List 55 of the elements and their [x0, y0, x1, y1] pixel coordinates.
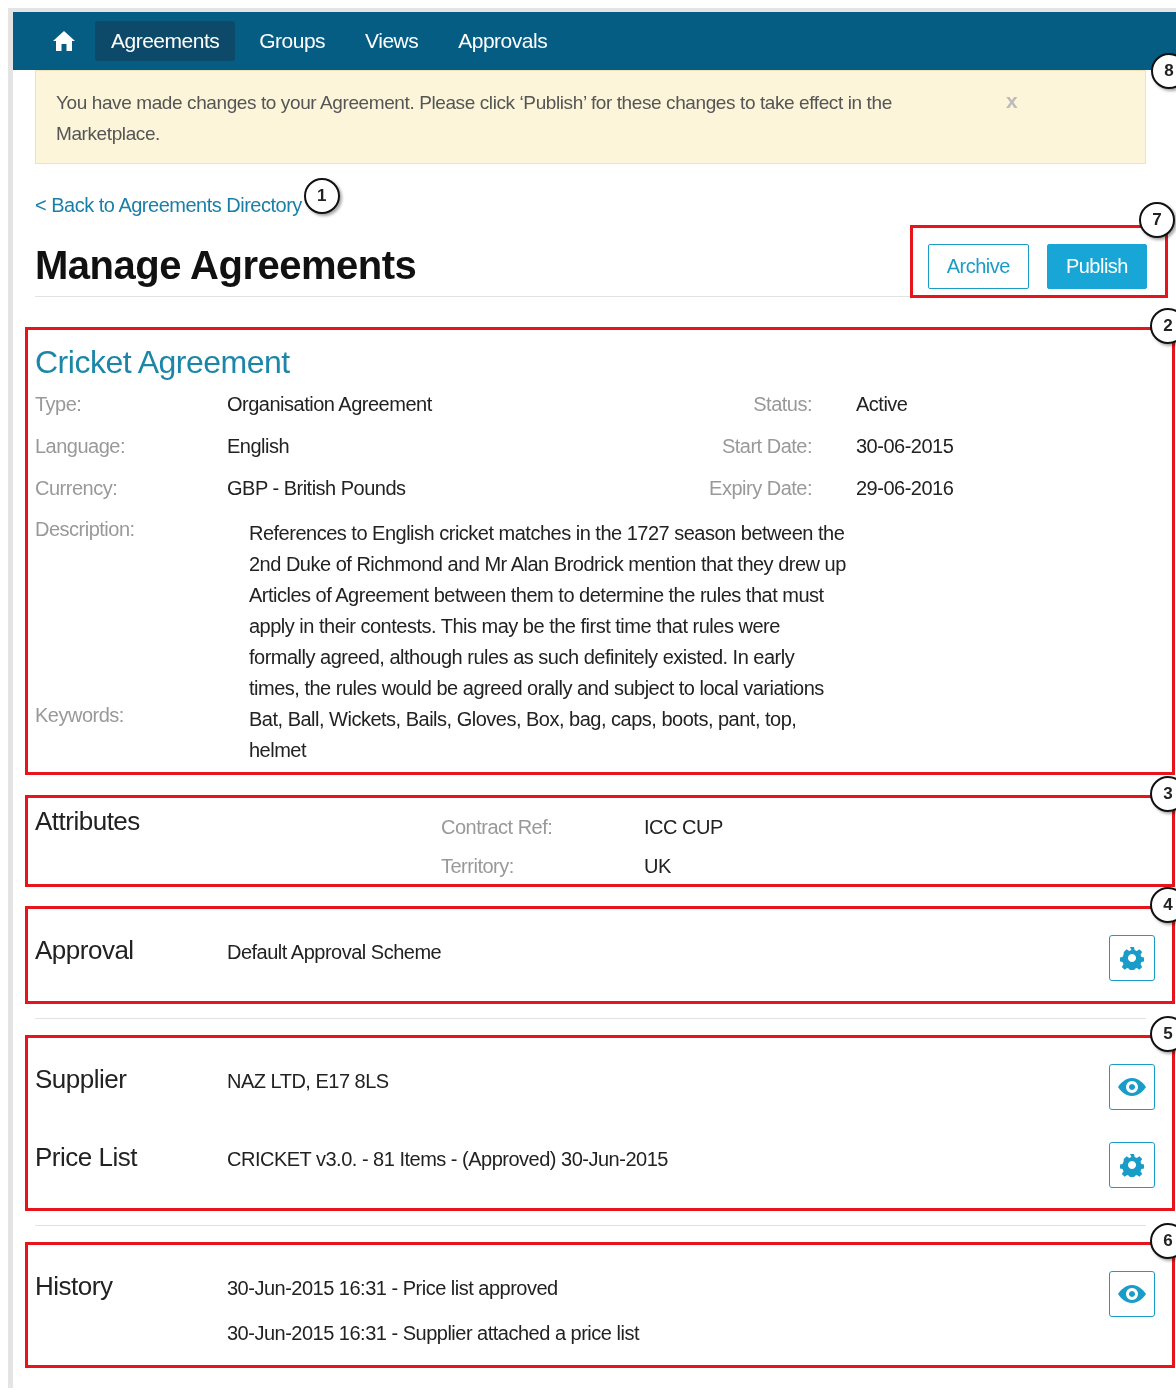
field-value: GBP - British Pounds: [227, 477, 407, 500]
eye-icon: [1118, 1077, 1146, 1097]
agreement-title: Cricket Agreement: [35, 344, 291, 381]
field-label: Language:: [35, 435, 127, 458]
field-value: 29-06-2016: [856, 477, 955, 500]
field-value: Default Approval Scheme: [227, 941, 443, 964]
gear-icon: [1120, 946, 1144, 970]
field-label: Description:: [35, 518, 136, 542]
section-heading: History: [35, 1270, 114, 1302]
page-title: Manage Agreements: [35, 243, 417, 288]
field-label: Expiry Date:: [708, 477, 813, 500]
field-label: Start Date:: [720, 435, 813, 458]
field-label: Territory:: [441, 855, 515, 878]
view-button[interactable]: [1109, 1064, 1155, 1110]
nav-tab[interactable]: Approvals: [442, 21, 564, 61]
home-icon: [53, 30, 75, 51]
section-heading: Approval: [35, 934, 135, 966]
field-value: CRICKET v3.0. - 81 Items - (Approved) 30-Jun-2015: [227, 1148, 669, 1171]
gear-icon: [1120, 1153, 1144, 1177]
field-value: NAZ LTD, E17 8LS: [227, 1070, 390, 1093]
history-entry: 30-Jun-2015 16:31 - Supplier attached a price list: [227, 1322, 641, 1345]
callout-number: 1: [303, 178, 340, 214]
field-value: English: [227, 435, 291, 458]
callout-number: 7: [1139, 202, 1175, 238]
eye-icon: [1118, 1284, 1146, 1304]
field-label: Type:: [35, 393, 83, 416]
callout-number: 3: [1150, 776, 1176, 812]
field-value: 30-06-2015: [856, 435, 955, 458]
field-label: Keywords:: [35, 704, 125, 728]
section-heading: Attributes: [35, 806, 141, 838]
back-link[interactable]: < Back to Agreements Directory: [35, 194, 302, 216]
callout-number: 8: [1151, 53, 1176, 89]
field-label: Status:: [752, 393, 813, 416]
notice-text: You have made changes to your Agreement. Please click ‘Publish’ for these changes to take effect in the Marketplace.: [56, 91, 893, 146]
field-value: UK: [644, 855, 672, 878]
section-heading: Supplier: [35, 1063, 128, 1095]
field-value: ICC CUP: [644, 816, 724, 839]
field-value: Bat, Ball, Wickets, Bails, Gloves, Box, bag, caps, boots, pant, top, helmet: [249, 707, 798, 763]
nav-tab[interactable]: Groups: [243, 21, 342, 61]
nav-tab[interactable]: Views: [349, 21, 435, 61]
field-value: Active: [856, 393, 909, 416]
callout-number: 5: [1150, 1016, 1176, 1052]
section-heading: Price List: [35, 1141, 139, 1173]
field-value: Organisation Agreement: [227, 393, 433, 416]
callout-number: 2: [1150, 308, 1176, 344]
field-label: Currency:: [35, 477, 119, 500]
history-entry: 30-Jun-2015 16:31 - Price list approved: [227, 1277, 559, 1300]
settings-button[interactable]: [1109, 935, 1155, 981]
field-label: Contract Ref:: [441, 816, 554, 839]
nav-tab[interactable]: Agreements: [95, 21, 236, 61]
field-value: References to English cricket matches in the 1727 season between the 2nd Duke of Richmond and Mr Alan Brodrick mention that they drew up Articles of Agreement between them to determine the rules that must apply in their contests. This may be the first time that rules were formally agreed, although rules as such definitely existed. In early times, the rules would be agreed orally and subject to local variations: [249, 521, 847, 701]
view-button[interactable]: [1109, 1271, 1155, 1317]
callout-number: 6: [1150, 1223, 1176, 1259]
settings-button[interactable]: [1109, 1142, 1155, 1188]
callout-number: 4: [1150, 887, 1176, 923]
